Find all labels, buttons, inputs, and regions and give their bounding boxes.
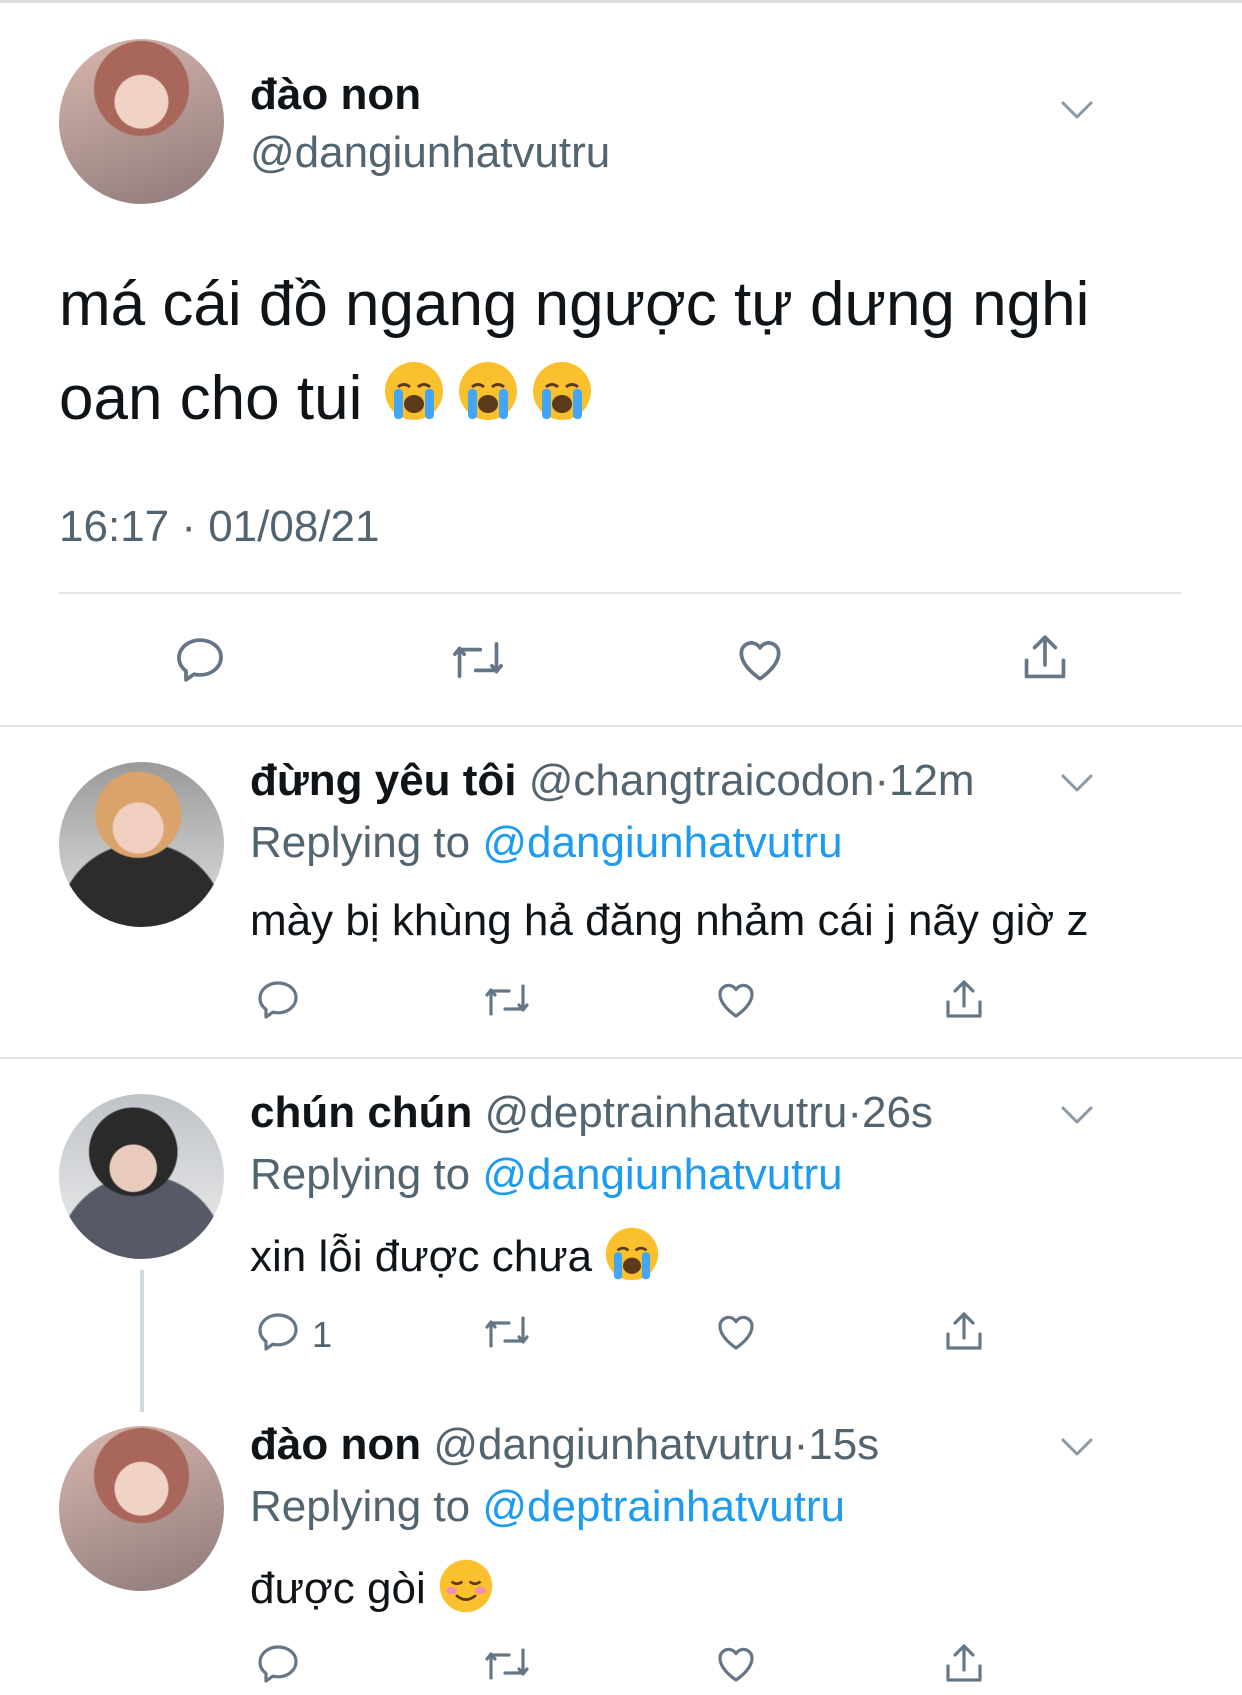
- mention-link[interactable]: @dangiunhatvutru: [482, 818, 842, 867]
- reply-header: đừng yêu tôi @changtraicodon·12m: [250, 756, 975, 806]
- replying-to: Replying to @dangiunhatvutru: [250, 1150, 843, 1199]
- handle[interactable]: @changtraicodon: [529, 756, 875, 805]
- reply-count: 1: [312, 1314, 333, 1355]
- reply-header: chún chún @deptrainhatvutru·26s: [250, 1088, 933, 1138]
- chevron-down-icon[interactable]: [1060, 1105, 1093, 1129]
- reply-time[interactable]: 15s: [808, 1420, 879, 1469]
- retweet-icon[interactable]: [481, 976, 533, 1024]
- tweet-timestamp[interactable]: 16:17 · 01/08/21: [59, 502, 379, 552]
- replying-to: Replying to @deptrainhatvutru: [250, 1482, 846, 1531]
- thread-line: [140, 1270, 144, 1412]
- share-icon[interactable]: [940, 1638, 988, 1690]
- comment-icon[interactable]: [254, 976, 302, 1024]
- like-icon[interactable]: [732, 632, 788, 688]
- display-name[interactable]: chún chún: [250, 1088, 472, 1137]
- reply-time[interactable]: 26s: [862, 1088, 933, 1137]
- chevron-down-icon[interactable]: [1060, 1437, 1093, 1461]
- display-name[interactable]: đào non: [250, 70, 421, 120]
- chevron-down-icon[interactable]: [1060, 773, 1093, 797]
- separator: [0, 725, 1242, 727]
- mention-link[interactable]: @dangiunhatvutru: [482, 1150, 842, 1199]
- reply-header: đào non @dangiunhatvutru·15s: [250, 1420, 879, 1470]
- retweet-icon[interactable]: [481, 1308, 533, 1356]
- meta-separator: ·: [847, 1088, 862, 1137]
- comment-icon[interactable]: [172, 632, 228, 688]
- avatar[interactable]: [59, 1094, 224, 1259]
- handle[interactable]: @dangiunhatvutru: [433, 1420, 793, 1469]
- meta-separator: ·: [793, 1420, 809, 1469]
- divider: [59, 592, 1181, 594]
- retweet-icon[interactable]: [481, 1640, 533, 1688]
- replying-to: Replying to @dangiunhatvutru: [250, 818, 843, 867]
- meta-separator: ·: [874, 756, 889, 805]
- chevron-down-icon[interactable]: [1060, 100, 1093, 124]
- share-icon[interactable]: [940, 1306, 988, 1358]
- top-border: [0, 0, 1242, 3]
- comment-icon[interactable]: [254, 1640, 302, 1688]
- reply-text: xin lỗi được chưa: [250, 1226, 660, 1293]
- separator: [0, 1057, 1242, 1059]
- reply-text: được gòi: [250, 1558, 494, 1625]
- handle[interactable]: @dangiunhatvutru: [250, 128, 610, 178]
- tweet-text: má cái đồ ngang ngược tự dưng nghi oan c…: [59, 258, 1189, 450]
- loudly-crying-face-icon: [604, 1226, 660, 1293]
- display-name[interactable]: đào non: [250, 1420, 421, 1469]
- avatar[interactable]: [59, 39, 224, 204]
- like-icon[interactable]: [712, 976, 760, 1024]
- avatar[interactable]: [59, 762, 224, 927]
- like-icon[interactable]: [712, 1640, 760, 1688]
- comment-icon[interactable]: [254, 1308, 302, 1356]
- smiling-face-icon: [438, 1558, 494, 1625]
- avatar[interactable]: [59, 1426, 224, 1591]
- reply-text: mày bị khùng hả đăng nhảm cái j nãy giờ …: [250, 896, 1089, 945]
- loudly-crying-face-icon: [380, 356, 596, 450]
- share-icon[interactable]: [940, 974, 988, 1026]
- share-icon[interactable]: [1016, 628, 1074, 688]
- like-icon[interactable]: [712, 1308, 760, 1356]
- mention-link[interactable]: @deptrainhatvutru: [482, 1482, 845, 1531]
- retweet-icon[interactable]: [448, 632, 508, 688]
- display-name[interactable]: đừng yêu tôi: [250, 756, 517, 805]
- handle[interactable]: @deptrainhatvutru: [485, 1088, 848, 1137]
- reply-time[interactable]: 12m: [889, 756, 975, 805]
